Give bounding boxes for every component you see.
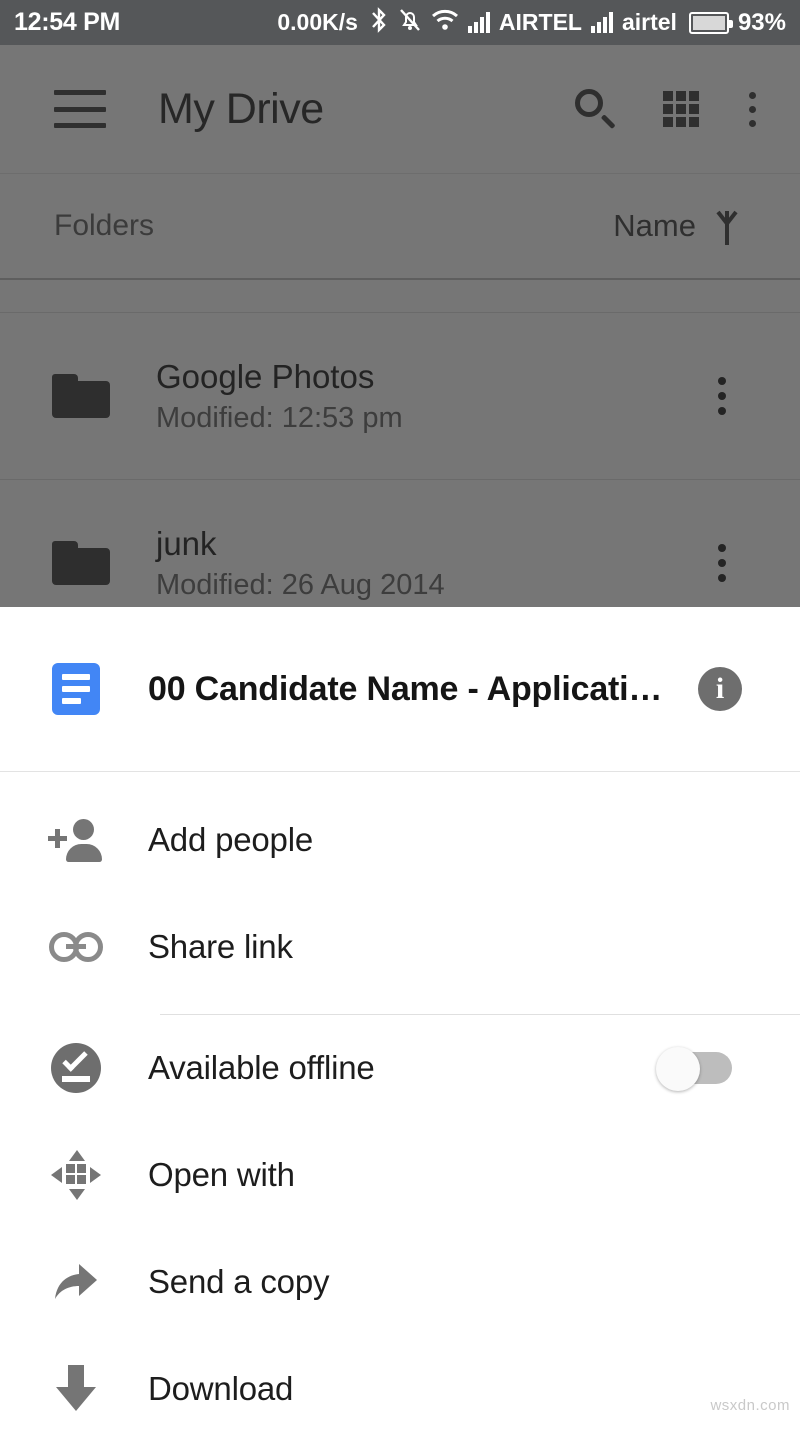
carrier-label-1: AIRTEL <box>498 9 582 35</box>
bluetooth-icon <box>369 6 389 39</box>
grid-view-icon[interactable] <box>663 91 699 127</box>
action-available-offline[interactable]: Available offline <box>0 1014 800 1121</box>
row-more-vertical-icon[interactable] <box>718 544 770 582</box>
action-label: Share link <box>148 927 293 965</box>
search-icon[interactable] <box>573 89 616 130</box>
action-send-a-copy[interactable]: Send a copy <box>0 1228 800 1335</box>
sort-control[interactable]: Name <box>613 207 770 245</box>
notifications-off-icon <box>398 7 422 39</box>
app-toolbar: My Drive <box>0 45 800 173</box>
action-label: Send a copy <box>148 1262 330 1300</box>
sort-field-label: Name <box>613 208 696 243</box>
wifi-icon <box>431 9 459 37</box>
available-offline-toggle[interactable] <box>656 1046 732 1091</box>
signal-bars-icon-2 <box>590 12 613 33</box>
send-copy-icon <box>48 1254 104 1310</box>
toolbar-more-vertical-icon[interactable] <box>749 91 756 127</box>
arrow-up-icon <box>714 207 740 245</box>
folder-icon <box>52 374 110 418</box>
carrier-label-2: airtel <box>621 9 677 35</box>
sheet-header: 00 Candidate Name - Applicati… i <box>0 607 800 772</box>
file-modified: Modified: 12:53 pm <box>156 401 403 434</box>
action-label: Add people <box>148 820 313 858</box>
google-docs-icon <box>52 663 100 715</box>
watermark: wsxdn.com <box>710 1397 790 1414</box>
row-more-vertical-icon[interactable] <box>718 377 770 415</box>
sort-bar: Folders Name <box>0 173 800 278</box>
section-divider <box>160 1014 800 1015</box>
sheet-action-list: Add people Share link Available offline <box>0 772 800 1442</box>
action-share-link[interactable]: Share link <box>0 893 800 1000</box>
action-open-with[interactable]: Open with <box>0 1121 800 1228</box>
action-add-people[interactable]: Add people <box>0 786 800 893</box>
folder-icon <box>52 541 110 585</box>
page-title: My Drive <box>158 84 324 133</box>
battery-percent-label: 93% <box>737 8 786 36</box>
file-actions-bottom-sheet: 00 Candidate Name - Applicati… i Add peo… <box>0 607 800 1422</box>
person-add-icon <box>48 812 104 868</box>
section-label-folders: Folders <box>54 209 155 242</box>
link-icon <box>48 919 104 975</box>
action-label: Open with <box>148 1155 295 1193</box>
sheet-file-title: 00 Candidate Name - Applicati… <box>148 669 663 708</box>
battery-icon <box>688 11 733 34</box>
sort-bar-divider <box>0 278 800 280</box>
network-speed-label: 0.00K/s <box>277 9 358 35</box>
action-label: Available offline <box>148 1048 375 1086</box>
hamburger-menu-icon[interactable] <box>54 90 106 128</box>
download-icon <box>48 1361 104 1417</box>
action-label: Download <box>148 1369 294 1407</box>
open-with-icon <box>48 1147 104 1203</box>
file-name: Google Photos <box>156 357 375 395</box>
status-bar: 12:54 PM 0.00K/s AIRTEL airtel 93% <box>0 0 800 45</box>
signal-bars-icon-1 <box>467 12 490 33</box>
offline-pin-icon <box>48 1040 104 1096</box>
status-time: 12:54 PM <box>14 8 120 36</box>
file-modified: Modified: 26 Aug 2014 <box>156 568 445 601</box>
action-download[interactable]: Download <box>0 1335 800 1442</box>
file-name: junk <box>156 524 217 562</box>
table-row[interactable]: Google Photos Modified: 12:53 pm <box>0 313 800 479</box>
info-icon[interactable]: i <box>698 667 742 711</box>
